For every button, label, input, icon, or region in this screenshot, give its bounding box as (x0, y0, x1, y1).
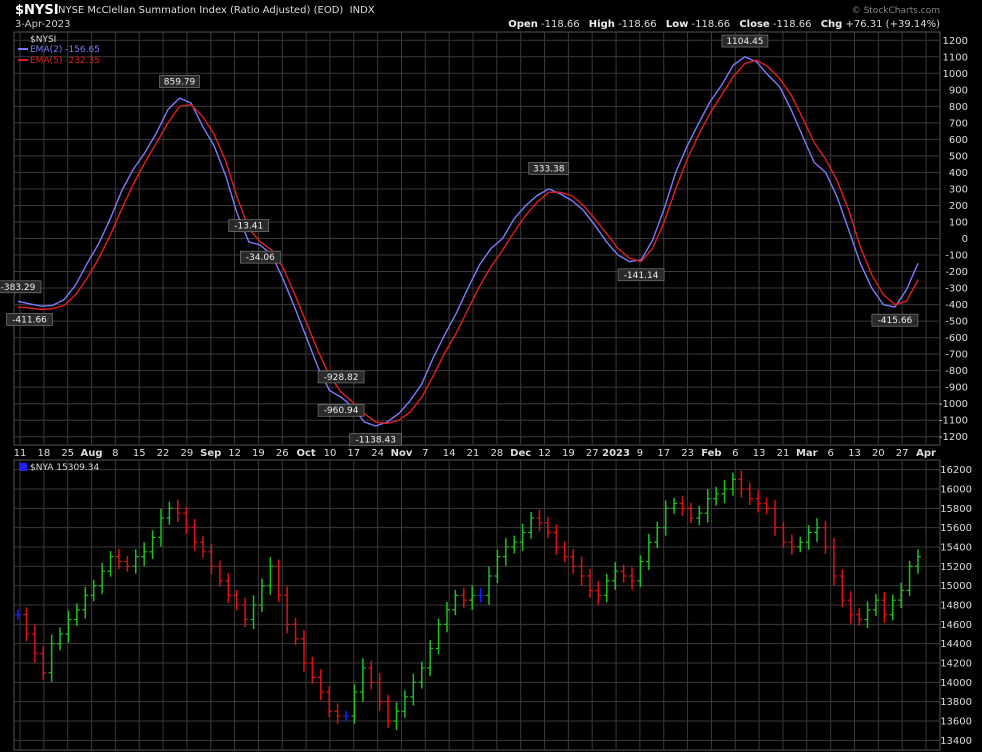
value-label: 333.38 (533, 164, 565, 174)
y-tick-label: 700 (949, 118, 968, 129)
value-label: -411.66 (12, 316, 47, 326)
y-tick-label: 600 (949, 135, 968, 146)
y-tick-label: 100 (949, 217, 968, 228)
legend-nya: $NYA 15309.34 (30, 463, 99, 473)
x-tick-label: 22 (157, 448, 170, 459)
value-label: -415.66 (878, 316, 913, 326)
y-tick-label: 500 (949, 151, 968, 162)
value-label: -383.29 (1, 283, 36, 293)
value-label: 859.79 (164, 77, 196, 87)
x-tick-label: Dec (510, 448, 531, 459)
value-label: -1138.43 (355, 436, 395, 446)
x-tick-label: 29 (181, 448, 194, 459)
y-tick-label: 15400 (940, 543, 972, 554)
x-tick-label: Sep (200, 448, 221, 459)
x-tick-label: Apr (916, 448, 936, 459)
y-tick-label: -400 (945, 300, 968, 311)
x-tick-label: 6 (827, 448, 833, 459)
legend-ema2: EMA(2) -156.65 (30, 45, 100, 55)
y-tick-label: 14000 (940, 678, 972, 689)
y-tick-label: 200 (949, 201, 968, 212)
y-tick-label: 900 (949, 85, 968, 96)
x-tick-label: 19 (562, 448, 575, 459)
y-tick-label: 13800 (940, 697, 972, 708)
x-tick-label: 9 (637, 448, 643, 459)
x-tick-label: 8 (112, 448, 118, 459)
y-tick-label: 15200 (940, 562, 972, 573)
x-tick-label: Mar (796, 448, 818, 459)
y-tick-label: 14600 (940, 620, 972, 631)
x-tick-label: 17 (657, 448, 670, 459)
y-tick-label: -800 (945, 366, 968, 377)
x-tick-label: 20 (872, 448, 885, 459)
y-tick-label: 13400 (940, 736, 972, 747)
value-label: 1104.45 (726, 37, 763, 47)
y-tick-label: -900 (945, 383, 968, 394)
value-label: -141.14 (624, 271, 659, 281)
y-tick-label: 1100 (943, 52, 968, 63)
y-tick-label: 1000 (943, 69, 968, 80)
y-tick-label: 16200 (940, 465, 972, 476)
y-tick-label: 14400 (940, 639, 972, 650)
x-tick-label: Aug (81, 448, 103, 459)
x-tick-label: 23 (681, 448, 694, 459)
x-tick-label: 12 (538, 448, 551, 459)
y-tick-label: -500 (945, 317, 968, 328)
x-tick-label: 21 (467, 448, 480, 459)
x-tick-label: 15 (133, 448, 146, 459)
x-tick-label: 27 (896, 448, 909, 459)
y-tick-label: -1200 (939, 432, 968, 443)
value-label: -960.94 (324, 406, 359, 416)
chart-canvas: 1200110010009008007006005004003002001000… (0, 31, 972, 751)
x-tick-label: Nov (391, 448, 413, 459)
x-tick-label: 7 (422, 448, 428, 459)
x-tick-label: 24 (371, 448, 384, 459)
x-tick-label: 13 (848, 448, 861, 459)
x-tick-label: 17 (347, 448, 360, 459)
y-tick-label: 1200 (943, 36, 968, 47)
y-tick-label: -1000 (939, 399, 968, 410)
y-tick-label: 15800 (940, 504, 972, 515)
value-label: -928.82 (324, 373, 359, 383)
legend-nysi: $NYSI (30, 35, 56, 45)
x-tick-label: 12 (228, 448, 241, 459)
y-tick-label: -100 (945, 251, 968, 262)
x-tick-label: 2023 (602, 448, 630, 459)
y-tick-label: -700 (945, 350, 968, 361)
y-tick-label: -600 (945, 333, 968, 344)
x-tick-label: Feb (701, 448, 721, 459)
x-tick-label: 13 (753, 448, 766, 459)
y-tick-label: 0 (962, 234, 968, 245)
x-tick-label: 6 (732, 448, 738, 459)
y-tick-label: -1100 (939, 416, 968, 427)
x-tick-label: 18 (37, 448, 50, 459)
y-tick-label: 300 (949, 184, 968, 195)
y-tick-label: 16000 (940, 485, 972, 496)
legend-ema5: EMA(5) -232.35 (30, 56, 100, 66)
x-tick-label: 10 (324, 448, 337, 459)
x-tick-label: Oct (296, 448, 315, 459)
y-tick-label: 13600 (940, 717, 972, 728)
y-tick-label: -200 (945, 267, 968, 278)
y-tick-label: 14200 (940, 659, 972, 670)
x-tick-label: 14 (443, 448, 456, 459)
y-tick-label: 15600 (940, 523, 972, 534)
y-tick-label: 400 (949, 168, 968, 179)
y-tick-label: 15000 (940, 581, 972, 592)
x-tick-label: 28 (490, 448, 503, 459)
x-tick-label: 11 (14, 448, 27, 459)
x-tick-label: 26 (276, 448, 289, 459)
x-tick-label: 25 (61, 448, 74, 459)
x-tick-label: 21 (777, 448, 790, 459)
x-tick-label: 19 (252, 448, 265, 459)
x-tick-label: 27 (586, 448, 599, 459)
y-tick-label: 800 (949, 102, 968, 113)
y-tick-label: 14800 (940, 601, 972, 612)
y-tick-label: -300 (945, 284, 968, 295)
value-label: -13.41 (234, 222, 263, 232)
value-label: -34.06 (246, 253, 275, 263)
legend-nya-swatch (19, 463, 27, 471)
